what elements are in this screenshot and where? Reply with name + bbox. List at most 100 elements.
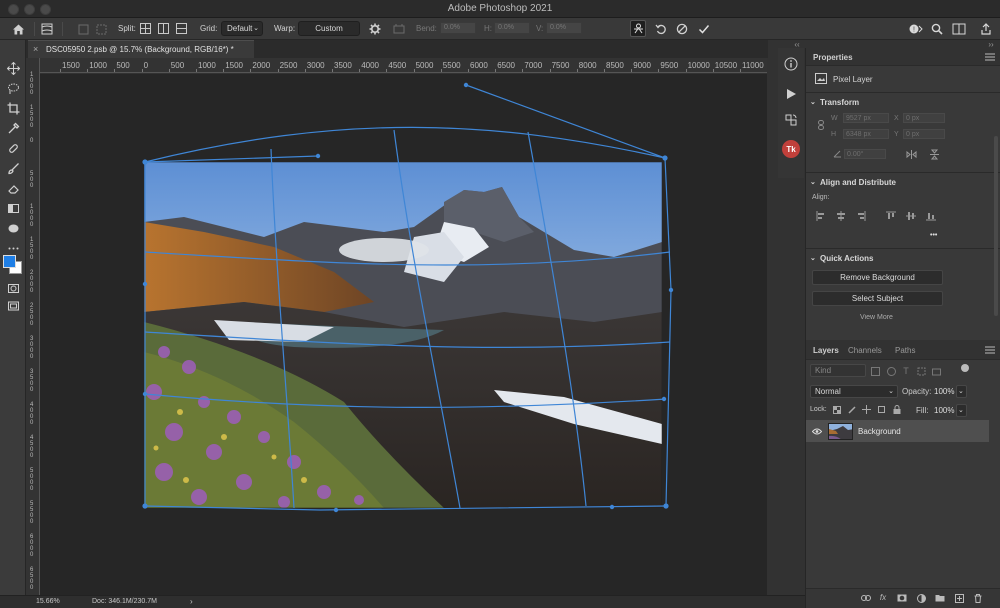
close-tab-icon[interactable]: × xyxy=(33,44,38,54)
fill-value[interactable]: 100% xyxy=(934,406,954,415)
angle-field[interactable]: 0.00° xyxy=(844,149,886,159)
v-distortion-input[interactable]: 0.0% xyxy=(546,22,582,34)
view-more-link[interactable]: View More xyxy=(860,314,893,320)
gear-icon[interactable] xyxy=(368,22,382,36)
align-top-icon[interactable] xyxy=(885,210,897,222)
blend-mode-dropdown[interactable]: Normal ⌄ xyxy=(810,385,898,398)
lock-artboard-icon[interactable] xyxy=(877,405,886,414)
puppet-warp-icon[interactable] xyxy=(630,20,646,37)
tk-plugin-icon[interactable]: Tk xyxy=(782,140,800,158)
quick-mask-icon[interactable] xyxy=(4,280,22,296)
add-mask-icon[interactable] xyxy=(896,593,908,603)
toggle-guides-icon[interactable] xyxy=(76,22,90,36)
collapse-panels-icon[interactable]: ›› xyxy=(985,40,997,49)
commit-transform-icon[interactable] xyxy=(697,22,711,36)
opacity-dropdown[interactable]: ⌄ xyxy=(956,385,967,398)
horizontal-ruler[interactable]: 1500 1000 500 0 500 1000 1500 2000 2500 3000 3500 4… xyxy=(40,58,767,73)
chevron-down-icon[interactable]: ⌄ xyxy=(810,98,816,106)
fill-dropdown[interactable]: ⌄ xyxy=(956,404,967,417)
reset-icon[interactable] xyxy=(654,22,668,36)
warp-orientation-icon[interactable] xyxy=(392,22,406,36)
healing-brush-icon[interactable] xyxy=(4,140,22,156)
foreground-color-swatch[interactable] xyxy=(3,255,16,268)
split-crosswise-icon[interactable] xyxy=(140,23,151,34)
crop-icon[interactable] xyxy=(4,100,22,116)
tab-properties[interactable]: Properties xyxy=(813,53,853,62)
share-icon[interactable]: ! xyxy=(908,22,924,36)
document-canvas[interactable] xyxy=(40,74,767,595)
zoom-level[interactable]: 15.66% xyxy=(36,598,60,605)
brush-icon[interactable] xyxy=(4,160,22,176)
home-icon[interactable] xyxy=(10,21,26,37)
info-icon[interactable] xyxy=(783,56,799,72)
grid-dropdown[interactable]: Default ⌄ xyxy=(221,21,263,36)
new-group-icon[interactable] xyxy=(934,593,946,603)
quick-actions-title[interactable]: Quick Actions xyxy=(820,254,874,263)
remove-background-button[interactable]: Remove Background xyxy=(812,270,943,285)
link-layers-icon[interactable] xyxy=(860,593,872,603)
warp-grid-overlay[interactable] xyxy=(40,74,767,595)
chevron-down-icon[interactable]: ⌄ xyxy=(810,178,816,186)
filter-shape-icon[interactable] xyxy=(916,366,926,376)
tab-paths[interactable]: Paths xyxy=(895,346,915,355)
vertical-ruler[interactable]: 1000 1500 0 500 1000 1500 2000 2500 3000 3500 4000… xyxy=(26,58,40,595)
filter-adjustment-icon[interactable] xyxy=(886,366,896,376)
screen-mode-icon[interactable] xyxy=(4,298,22,314)
properties-scrollbar[interactable] xyxy=(994,136,998,316)
align-right-icon[interactable] xyxy=(855,210,867,222)
filter-smart-object-icon[interactable] xyxy=(931,366,941,376)
new-layer-icon[interactable] xyxy=(953,593,965,603)
document-tab[interactable]: × DSC05950 2.psb @ 15.7% (Background, RG… xyxy=(28,40,254,58)
flip-vertical-icon[interactable] xyxy=(928,148,940,160)
split-vertical-icon[interactable] xyxy=(158,23,169,34)
filter-kind-dropdown[interactable]: Kind xyxy=(810,364,866,377)
more-options-icon[interactable]: ••• xyxy=(930,232,937,239)
cancel-transform-icon[interactable] xyxy=(675,22,689,36)
delete-layer-icon[interactable] xyxy=(972,593,984,603)
align-section-title[interactable]: Align and Distribute xyxy=(820,178,896,187)
status-menu-arrow[interactable]: › xyxy=(190,597,193,606)
transform-section-title[interactable]: Transform xyxy=(820,98,859,107)
height-field[interactable]: 6348 px xyxy=(843,129,889,139)
filter-toggle-icon[interactable] xyxy=(961,364,969,372)
opacity-value[interactable]: 100% xyxy=(934,387,954,396)
lock-position-icon[interactable] xyxy=(862,405,871,414)
gradient-icon[interactable] xyxy=(4,200,22,216)
flip-horizontal-icon[interactable] xyxy=(905,149,917,159)
more-tools-icon[interactable] xyxy=(4,240,22,256)
transform-mode-icon[interactable] xyxy=(40,22,54,36)
tab-channels[interactable]: Channels xyxy=(848,346,882,355)
share-export-icon[interactable] xyxy=(978,22,994,36)
move-icon[interactable] xyxy=(4,60,22,76)
layer-row[interactable]: Background xyxy=(806,420,989,442)
workspace-icon[interactable] xyxy=(951,22,967,36)
panel-menu-icon[interactable] xyxy=(984,345,996,355)
panel-menu-icon[interactable] xyxy=(984,52,996,62)
chevron-down-icon[interactable]: ⌄ xyxy=(810,254,816,262)
lock-pixels-icon[interactable] xyxy=(847,405,856,414)
filter-pixel-icon[interactable] xyxy=(870,366,880,376)
align-left-icon[interactable] xyxy=(815,210,827,222)
eyedropper-icon[interactable] xyxy=(4,120,22,136)
lasso-icon[interactable] xyxy=(4,80,22,96)
search-icon[interactable] xyxy=(930,22,944,36)
filter-type-icon[interactable]: T xyxy=(901,366,911,376)
adjustment-layer-icon[interactable] xyxy=(915,593,927,603)
select-subject-button[interactable]: Select Subject xyxy=(812,291,943,306)
eye-icon[interactable] xyxy=(812,427,822,435)
align-bottom-icon[interactable] xyxy=(925,210,937,222)
toggle-points-icon[interactable] xyxy=(94,22,108,36)
link-icon[interactable] xyxy=(817,119,825,131)
lock-transparent-icon[interactable] xyxy=(832,405,841,414)
align-middle-icon[interactable] xyxy=(905,210,917,222)
layer-effects-icon[interactable]: fx xyxy=(877,592,889,603)
y-field[interactable]: 0 px xyxy=(903,129,945,139)
lock-all-icon[interactable] xyxy=(892,405,901,414)
collapse-strip-icon[interactable]: ‹‹ xyxy=(790,40,804,49)
x-field[interactable]: 0 px xyxy=(903,113,945,123)
history-icon[interactable] xyxy=(783,112,799,128)
align-center-icon[interactable] xyxy=(835,210,847,222)
warp-style-dropdown[interactable]: Custom xyxy=(298,21,360,36)
h-distortion-input[interactable]: 0.0% xyxy=(494,22,530,34)
bend-input[interactable]: 0.0% xyxy=(440,22,476,34)
